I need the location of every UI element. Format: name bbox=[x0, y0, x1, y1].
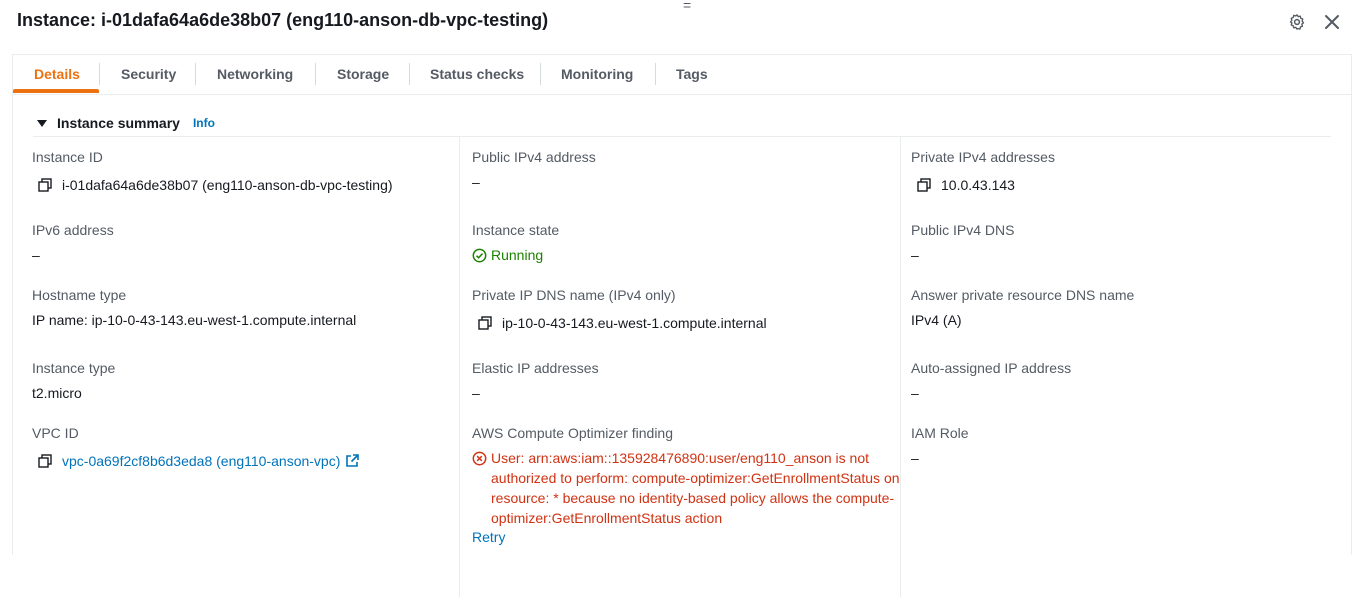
vpc-id-value: vpc-0a69f2cf8b6d3eda8 (eng110-anson-vpc) bbox=[38, 453, 360, 469]
column-divider bbox=[900, 137, 901, 597]
copy-icon[interactable] bbox=[38, 454, 52, 468]
public-ipv4-value: – bbox=[472, 174, 480, 190]
tab-networking[interactable]: Networking bbox=[217, 55, 293, 93]
tab-status-checks[interactable]: Status checks bbox=[430, 55, 524, 93]
private-dns-value: ip-10-0-43-143.eu-west-1.compute.interna… bbox=[478, 315, 767, 331]
tab-divider bbox=[195, 63, 196, 85]
tab-divider bbox=[540, 63, 541, 85]
tab-divider bbox=[409, 63, 410, 85]
public-dns-value: – bbox=[911, 247, 919, 263]
info-link[interactable]: Info bbox=[193, 116, 215, 130]
iam-role-label: IAM Role bbox=[911, 425, 969, 441]
hostname-type-label: Hostname type bbox=[32, 287, 127, 303]
details-panel: Details Security Networking Storage Stat… bbox=[12, 54, 1352, 597]
close-icon[interactable] bbox=[1322, 12, 1342, 32]
gear-icon[interactable] bbox=[1287, 12, 1307, 32]
vpc-id-label: VPC ID bbox=[32, 425, 79, 441]
ipv6-value: – bbox=[32, 247, 40, 263]
tab-divider bbox=[99, 63, 100, 85]
private-ipv4-value: 10.0.43.143 bbox=[917, 177, 1015, 193]
tab-details[interactable]: Details bbox=[34, 55, 80, 93]
check-circle-icon bbox=[472, 248, 487, 263]
hostname-type-value: IP name: ip-10-0-43-143.eu-west-1.comput… bbox=[32, 312, 357, 328]
iam-role-value: – bbox=[911, 450, 919, 466]
instance-type-label: Instance type bbox=[32, 360, 116, 376]
page-title: Instance: i-01dafa64a6de38b07 (eng110-an… bbox=[17, 10, 549, 30]
instance-state-label: Instance state bbox=[472, 222, 560, 238]
tab-security[interactable]: Security bbox=[121, 55, 176, 93]
tab-divider bbox=[655, 63, 656, 85]
active-tab-indicator bbox=[13, 89, 99, 93]
public-dns-label: Public IPv4 DNS bbox=[911, 222, 1015, 238]
external-link-icon[interactable] bbox=[345, 454, 360, 468]
elastic-ip-label: Elastic IP addresses bbox=[472, 360, 599, 376]
optimizer-label: AWS Compute Optimizer finding bbox=[472, 425, 673, 441]
copy-icon[interactable] bbox=[38, 178, 52, 192]
vpc-link[interactable]: vpc-0a69f2cf8b6d3eda8 (eng110-anson-vpc) bbox=[62, 453, 340, 469]
auto-ip-value: – bbox=[911, 385, 919, 401]
instance-type-value: t2.micro bbox=[32, 385, 82, 401]
instance-id-label: Instance ID bbox=[32, 149, 103, 165]
section-title: Instance summary bbox=[57, 115, 180, 131]
divider bbox=[33, 136, 1331, 137]
optimizer-error: User: arn:aws:iam::135928476890:user/eng… bbox=[472, 448, 901, 528]
elastic-ip-value: – bbox=[472, 385, 480, 401]
tab-storage[interactable]: Storage bbox=[337, 55, 389, 93]
drag-handle[interactable]: = bbox=[683, 0, 691, 12]
tab-monitoring[interactable]: Monitoring bbox=[561, 55, 633, 93]
answer-dns-value: IPv4 (A) bbox=[911, 312, 962, 328]
private-ipv4-label: Private IPv4 addresses bbox=[911, 149, 1055, 165]
answer-dns-label: Answer private resource DNS name bbox=[911, 287, 1135, 303]
column-divider bbox=[459, 137, 460, 597]
error-icon bbox=[472, 451, 487, 466]
instance-id-value: i-01dafa64a6de38b07 (eng110-anson-db-vpc… bbox=[38, 177, 393, 193]
optimizer-error-text: User: arn:aws:iam::135928476890:user/eng… bbox=[491, 450, 900, 526]
ipv6-label: IPv6 address bbox=[32, 222, 114, 238]
tab-bar: Details Security Networking Storage Stat… bbox=[13, 55, 1351, 95]
public-ipv4-label: Public IPv4 address bbox=[472, 149, 596, 165]
instance-state-value: Running bbox=[472, 247, 543, 263]
tab-tags[interactable]: Tags bbox=[676, 55, 708, 93]
private-dns-label: Private IP DNS name (IPv4 only) bbox=[472, 287, 676, 303]
copy-icon[interactable] bbox=[917, 178, 931, 192]
auto-ip-label: Auto-assigned IP address bbox=[911, 360, 1072, 376]
retry-link[interactable]: Retry bbox=[472, 529, 505, 545]
instance-summary-header[interactable]: Instance summary Info bbox=[37, 113, 215, 133]
copy-icon[interactable] bbox=[478, 316, 492, 330]
caret-down-icon[interactable] bbox=[37, 119, 47, 127]
tab-divider bbox=[315, 63, 316, 85]
